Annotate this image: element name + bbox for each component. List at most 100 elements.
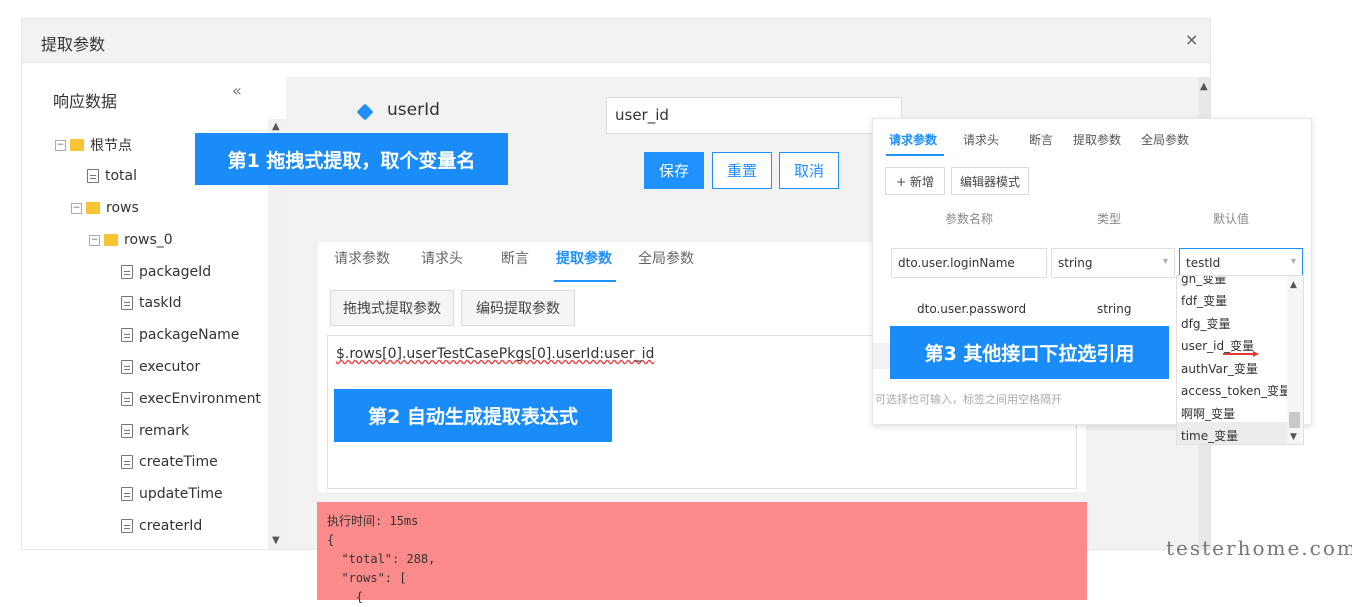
tab-request-params[interactable]: 请求参数 [889, 131, 937, 148]
param-type-text: string [1097, 302, 1132, 316]
param-name-text: dto.user.password [917, 302, 1027, 316]
scroll-up-icon[interactable]: ▲ [1200, 81, 1208, 92]
drag-extract-button[interactable]: 拖拽式提取参数 [330, 290, 454, 326]
dropdown-option[interactable]: access_token_变量 [1181, 382, 1291, 399]
result-line: 执行时间: 15ms [327, 514, 419, 528]
scroll-up-icon[interactable]: ▲ [272, 121, 280, 132]
tree-node-label: packageName [139, 327, 240, 343]
file-icon [121, 265, 133, 279]
default-value-select[interactable]: testId ▾ [1179, 248, 1303, 278]
tree-node-total[interactable]: total [87, 165, 137, 187]
tree-node-label: remark [139, 423, 190, 439]
editor-mode-button[interactable]: 编辑器模式 [951, 167, 1029, 195]
add-param-button[interactable]: + 新增 [885, 167, 945, 195]
param-type-select[interactable]: string ▾ [1051, 248, 1175, 278]
execution-result: 执行时间: 15ms { "total": 288, "rows": [ { [317, 502, 1087, 604]
code-extract-button[interactable]: 编码提取参数 [461, 290, 575, 326]
file-icon [121, 392, 133, 406]
tree-node-remark[interactable]: remark [121, 420, 189, 442]
param-name-field[interactable]: dto.user.loginName [891, 248, 1047, 278]
tab-global-params[interactable]: 全局参数 [638, 248, 694, 268]
result-line: { [327, 590, 364, 604]
tree-node-label: packageId [139, 264, 212, 280]
callout-step-1: 第1 拖拽式提取，取个变量名 [195, 133, 508, 185]
collapse-icon[interactable]: « [232, 81, 242, 100]
tab-extract-params[interactable]: 提取参数 [1073, 131, 1121, 148]
file-icon [121, 360, 133, 374]
dropdown-option[interactable]: gh_变量 [1181, 276, 1226, 287]
tree-node-updateTime[interactable]: updateTime [121, 483, 223, 505]
file-icon [121, 519, 133, 533]
folder-icon [70, 139, 84, 151]
tree-node-executor[interactable]: executor [121, 356, 200, 378]
reset-button[interactable]: 重置 [712, 152, 772, 189]
column-header-type: 类型 [1097, 212, 1122, 226]
tree-node-packageName[interactable]: packageName [121, 324, 239, 346]
save-button[interactable]: 保存 [644, 152, 704, 189]
tag-input-placeholder[interactable]: 可选择也可输入，标签之间用空格隔开 [875, 391, 1062, 407]
param-name-label: userId [387, 100, 440, 120]
tree-node-createrId[interactable]: createrId [121, 515, 202, 537]
dropdown-option[interactable]: authVar_变量 [1181, 360, 1258, 377]
tree-node-taskId[interactable]: taskId [121, 292, 182, 314]
tree-node-label: total [105, 168, 138, 184]
file-icon [121, 328, 133, 342]
tree-node-execEnvironment[interactable]: execEnvironment [121, 388, 261, 410]
tree-node-label: updateTime [139, 486, 223, 502]
diamond-icon [356, 103, 374, 121]
dropdown-option[interactable]: fdf_变量 [1181, 292, 1227, 309]
tab-assertions[interactable]: 断言 [1029, 131, 1053, 148]
dialog-title: 提取参数 [41, 35, 106, 54]
column-header-name: 参数名称 [945, 212, 994, 226]
scroll-up-icon[interactable]: ▲ [1290, 280, 1297, 290]
result-line: { [327, 533, 335, 547]
panel-title: 响应数据 [53, 92, 118, 111]
collapse-toggle-icon[interactable]: − [55, 139, 66, 151]
select-value: string [1058, 256, 1093, 270]
tree-node-label: rows [106, 200, 139, 216]
tree-node-packageId[interactable]: packageId [121, 261, 211, 283]
cancel-button[interactable]: 取消 [779, 152, 839, 189]
tree-node-root[interactable]: − 根节点 [55, 134, 132, 156]
watermark: testerhome.com [1166, 536, 1352, 560]
tab-assertions[interactable]: 断言 [501, 248, 529, 268]
scroll-down-icon[interactable]: ▼ [1290, 432, 1297, 442]
select-value: testId [1186, 256, 1221, 270]
tree-node-rows-0[interactable]: − rows_0 [89, 229, 173, 251]
file-icon [121, 455, 133, 469]
arrow-icon [1223, 351, 1259, 357]
close-icon[interactable]: × [1185, 30, 1198, 49]
variable-dropdown[interactable]: gh_变量 fdf_变量 dfg_变量 user_id_变量 authVar_变… [1176, 275, 1304, 445]
extract-expression: $.rows[0].userTestCasePkgs[0].userId:use… [336, 346, 655, 362]
tab-global-params[interactable]: 全局参数 [1141, 131, 1189, 148]
tree-node-createTime[interactable]: createTime [121, 451, 218, 473]
tab-request-headers[interactable]: 请求头 [963, 131, 999, 148]
active-tab-indicator [886, 154, 944, 156]
scroll-down-icon[interactable]: ▼ [272, 535, 280, 546]
chevron-down-icon: ▾ [1290, 256, 1296, 267]
callout-step-3: 第3 其他接口下拉选引用 [890, 326, 1169, 379]
result-line: "rows": [ [327, 571, 407, 585]
dropdown-option[interactable]: 啊啊_变量 [1181, 405, 1235, 422]
tree-node-label: execEnvironment [139, 391, 261, 407]
variable-name-input[interactable]: user_id [606, 97, 902, 134]
tree-node-label: 根节点 [90, 138, 132, 154]
collapse-toggle-icon[interactable]: − [71, 202, 82, 214]
scroll-thumb[interactable] [1289, 412, 1300, 428]
tree-node-label: executor [139, 359, 201, 375]
file-icon [121, 296, 133, 310]
tab-request-params[interactable]: 请求参数 [334, 248, 390, 268]
dropdown-option[interactable]: dfg_变量 [1181, 315, 1230, 332]
tree-node-label: createrId [139, 518, 203, 534]
dropdown-option[interactable]: time_变量 [1181, 427, 1238, 444]
active-tab-indicator [554, 280, 616, 282]
dialog-header: 提取参数 × [22, 19, 1210, 63]
collapse-toggle-icon[interactable]: − [89, 234, 100, 246]
callout-step-2: 第2 自动生成提取表达式 [334, 389, 612, 442]
tab-request-headers[interactable]: 请求头 [421, 248, 463, 268]
folder-icon [104, 234, 118, 246]
file-icon [121, 487, 133, 501]
tab-extract-params[interactable]: 提取参数 [556, 248, 612, 268]
tree-node-label: createTime [139, 454, 218, 470]
tree-node-rows[interactable]: − rows [71, 197, 139, 219]
